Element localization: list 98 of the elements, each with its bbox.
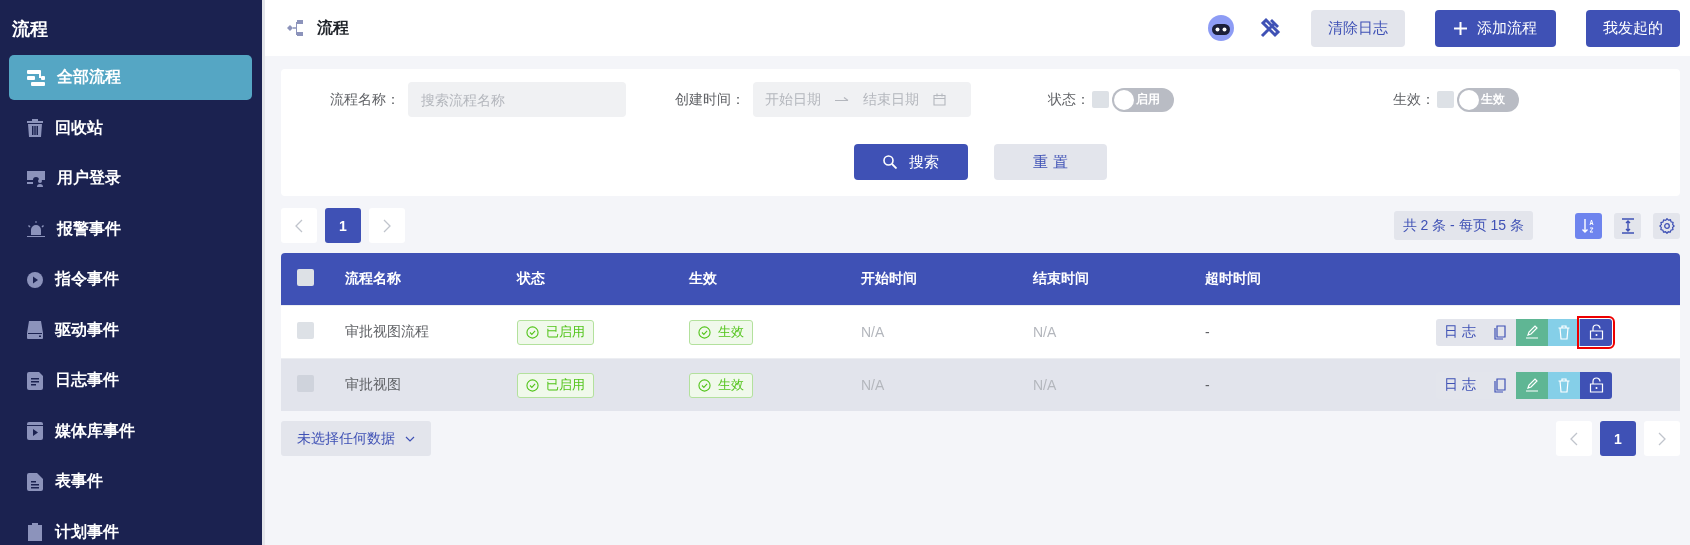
pagination-summary: 共 2 条 - 每页 15 条 [1393,211,1533,240]
toolbar-button[interactable] [1653,212,1680,239]
drive-icon [27,321,43,339]
chevron-right-icon [1658,431,1666,446]
sidebar-title: 流程 [11,18,49,41]
table-cell: 审批视图流程 [345,323,429,339]
header-button[interactable]: 我发起的 [1586,9,1680,47]
page-button[interactable]: 1 [325,208,361,243]
add-button[interactable]: 添加流程 [1435,9,1556,47]
trash-icon [1558,377,1570,393]
sidebar-item[interactable]: 用户登录 [9,156,252,201]
line-height-icon [1620,217,1635,234]
selection-dropdown[interactable]: 未选择任何数据 [281,421,431,456]
play-icon [27,271,43,288]
status-tag: 生效 [689,372,753,398]
edit-button[interactable] [1516,371,1548,399]
unlock-button[interactable] [1580,371,1612,399]
flow-icon [27,69,45,86]
checkbox[interactable] [297,269,314,286]
sidebar-item[interactable]: 日志事件 [9,358,252,403]
field-label: 状态： [1047,90,1090,109]
sidebar-item[interactable]: 媒体库事件 [9,408,252,454]
column-header: 生效 [689,270,717,286]
table-row[interactable]: 审批视图流程 已启用 生效 N/A N/A - 日 志 [281,305,1680,359]
delete-button[interactable] [1548,318,1580,346]
reset-button[interactable]: 重 置 [994,144,1107,180]
sidebar-item[interactable]: 计划事件 [9,509,252,545]
chevron-left-icon [295,218,303,233]
field-label: 流程名称： [329,90,400,109]
copy-icon [1494,377,1506,393]
table-cell: N/A [1033,324,1057,340]
copy-icon [1494,324,1506,340]
next-page-button[interactable] [369,208,405,243]
robot-icon[interactable] [1207,14,1235,42]
checkbox[interactable] [297,322,314,339]
pencil-icon [1525,378,1539,392]
next-page-button[interactable] [1644,421,1680,456]
status-tag: 已启用 [517,319,594,345]
padlock-icon [1588,324,1604,340]
table-cell: 审批视图 [345,376,401,392]
clipboard-icon [27,523,43,541]
check-circle-icon [526,325,539,339]
sort-icon [1581,217,1596,234]
sidebar-item[interactable]: 指令事件 [9,257,252,302]
document-icon [27,371,43,390]
search-field[interactable]: 搜索流程名称 [408,82,626,117]
header-button[interactable]: 清除日志 [1311,9,1405,47]
calendar-icon [933,93,946,106]
sidebar-item[interactable]: 报警事件 [9,206,252,252]
page-button[interactable]: 1 [1600,421,1636,456]
toolbar-button[interactable] [1614,212,1641,239]
plus-icon [1454,21,1467,35]
flow-chart-icon [287,19,305,37]
chevron-down-icon [405,435,415,442]
unlock-button[interactable] [1580,318,1612,346]
tools-icon[interactable] [1259,17,1281,39]
column-header: 状态 [517,270,545,286]
column-header: 超时时间 [1205,270,1261,286]
previous-page-button[interactable] [281,208,317,243]
trash-icon [27,119,43,137]
status-tag: 生效 [689,319,753,345]
checkbox[interactable] [1092,91,1109,108]
check-circle-icon [526,378,539,392]
chevron-left-icon [1570,431,1578,446]
column-header: 开始时间 [861,270,917,286]
alarm-light-icon [27,221,45,237]
edit-button[interactable] [1516,318,1548,346]
padlock-icon [1588,377,1604,393]
checkbox[interactable] [1437,91,1454,108]
log-button[interactable]: 日 志 [1436,318,1484,346]
id-card-icon [27,170,45,187]
table-cell: N/A [861,324,885,340]
table-cell: - [1205,377,1210,393]
field-label: 生效： [1392,90,1435,109]
toolbar-button[interactable] [1575,212,1602,239]
arrow-right-icon [835,95,849,104]
settings-icon [1658,217,1675,234]
sidebar-item[interactable]: 驱动事件 [9,307,252,353]
chevron-right-icon [383,218,391,233]
table-cell: - [1205,324,1210,340]
check-circle-icon [698,325,711,339]
log-button[interactable]: 日 志 [1436,371,1484,399]
copy-button[interactable] [1484,318,1516,346]
sidebar-item[interactable]: 表事件 [9,459,252,504]
column-header: 流程名称 [345,270,401,286]
document-icon [27,472,43,491]
search-button[interactable]: 搜索 [854,144,968,180]
column-header: 结束时间 [1033,270,1089,286]
film-icon [27,422,43,440]
page-title: 流程 [317,17,350,38]
previous-page-button[interactable] [1556,421,1592,456]
status-tag: 已启用 [517,372,594,398]
search-icon [883,155,897,169]
field-label: 创建时间： [674,90,745,109]
sidebar-item[interactable]: 回收站 [9,105,252,151]
trash-icon [1558,324,1570,340]
check-circle-icon [698,378,711,392]
pencil-icon [1525,325,1539,339]
